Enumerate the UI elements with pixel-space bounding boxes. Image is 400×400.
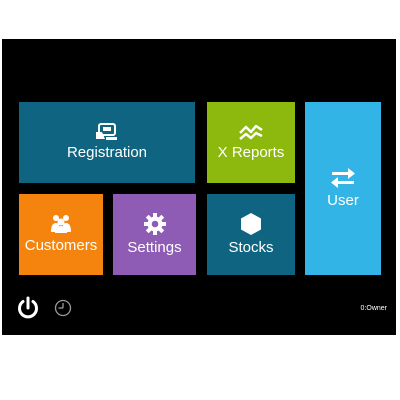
trend-chart-icon — [239, 124, 263, 140]
user-tile[interactable]: User — [305, 102, 381, 275]
gear-icon — [143, 213, 166, 235]
customers-group-icon — [51, 215, 71, 233]
clock-icon[interactable] — [54, 299, 72, 317]
registration-label: Registration — [66, 144, 148, 161]
stocks-label: Stocks — [228, 239, 274, 256]
settings-label: Settings — [127, 239, 182, 256]
customers-tile[interactable]: Customers — [19, 194, 103, 275]
box-hexagon-icon — [241, 213, 261, 235]
user-label: User — [327, 192, 359, 209]
swap-arrows-icon — [331, 168, 355, 188]
pos-home-screen: Registration X Reports User Customers Se… — [2, 39, 396, 335]
cash-register-icon — [96, 123, 117, 140]
registration-tile[interactable]: Registration — [19, 102, 195, 183]
stocks-tile[interactable]: Stocks — [207, 194, 295, 275]
power-icon[interactable] — [16, 296, 40, 320]
x-reports-label: X Reports — [217, 144, 285, 161]
x-reports-tile[interactable]: X Reports — [207, 102, 295, 183]
current-user-status: 0:Owner — [360, 305, 387, 312]
customers-label: Customers — [24, 237, 98, 254]
settings-tile[interactable]: Settings — [113, 194, 196, 275]
